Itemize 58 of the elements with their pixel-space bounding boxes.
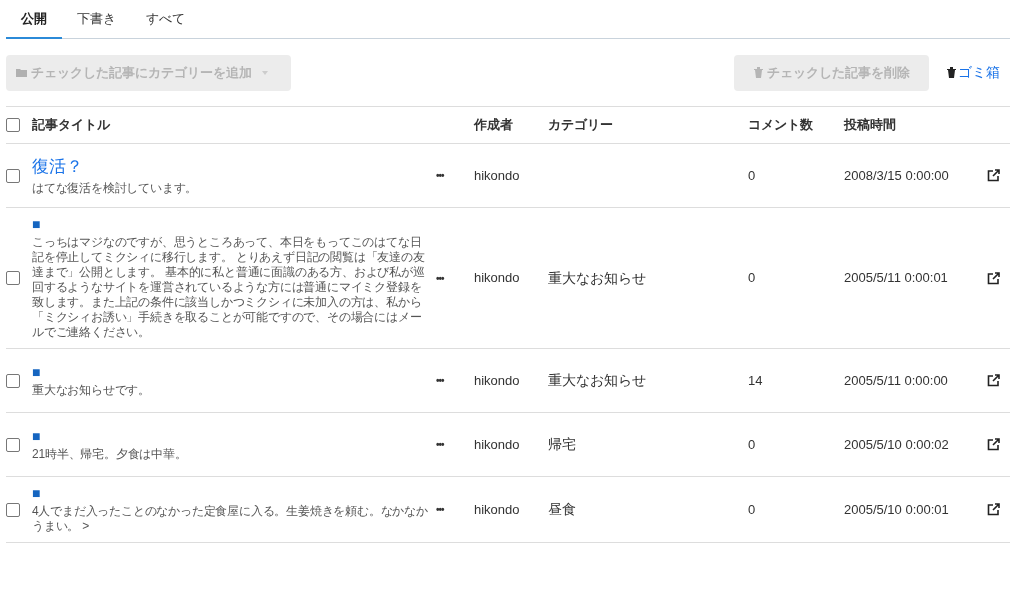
trash-icon <box>753 67 763 78</box>
author-name: hikondo <box>474 435 521 454</box>
caret-icon <box>262 70 268 75</box>
tab[interactable]: 下書き <box>62 0 131 39</box>
external-link-icon[interactable] <box>987 374 1000 387</box>
checkbox[interactable] <box>6 271 20 285</box>
folder-icon <box>16 68 27 77</box>
column-header: 作成者 <box>474 116 514 135</box>
checkbox[interactable] <box>6 168 20 183</box>
checkbox[interactable] <box>6 502 20 517</box>
more-button[interactable]: ••• <box>436 437 444 452</box>
category-name: 昼食 <box>548 500 577 519</box>
author-name: hikondo <box>474 166 521 185</box>
comment-count: 0 <box>748 500 757 519</box>
category-name: 帰宅 <box>548 435 577 454</box>
category-name: 重大なお知らせ <box>548 371 647 390</box>
tab[interactable]: すべて <box>131 0 200 39</box>
checkbox[interactable] <box>6 118 20 132</box>
trash-link[interactable]: ゴミ箱 <box>947 62 1000 83</box>
post-excerpt: こっちはマジなのですが、思うところあって、本日をもってこのはてな日記を停止してミクシィに移行します。 とりあえず日記の閲覧は「友達の友達まで」公開とします。 基本的に私と普通に面識のある方、および私が巡回するようなサイトを運営されているような方には普通にマイミク登録を致します。また上記の条件に該当しかつミクシィに未加入の方は、私から「ミクシィお誘い」手続きを取ることが可能ですので、その場合にはメールでご連絡ください。 <box>32 235 426 340</box>
post-excerpt: はてな復活を検討しています。 <box>32 180 199 196</box>
post-excerpt: 21時半、帰宅。夕食は中華。 <box>32 446 188 462</box>
tab[interactable]: 公開 <box>6 0 62 39</box>
checkbox[interactable] <box>6 373 20 388</box>
comment-count: 0 <box>748 166 757 185</box>
comment-count: 0 <box>748 269 757 288</box>
posted-time: 2005/5/11 0:00:00 <box>844 371 949 390</box>
posted-time: 2005/5/11 0:00:01 <box>844 269 949 288</box>
post-title-link[interactable]: ■ <box>32 427 41 444</box>
external-link-icon[interactable] <box>987 438 1000 451</box>
author-name: hikondo <box>474 371 521 390</box>
post-title-link[interactable]: ■ <box>32 363 41 380</box>
column-header: 投稿時間 <box>844 116 897 135</box>
author-name: hikondo <box>474 500 521 519</box>
post-title-link[interactable]: ■ <box>32 216 41 232</box>
comment-count: 14 <box>748 371 764 390</box>
column-header: コメント数 <box>748 116 814 135</box>
column-header: カテゴリー <box>548 116 614 135</box>
trash-icon <box>947 67 956 78</box>
comment-count: 0 <box>748 435 757 454</box>
column-header: 記事タイトル <box>32 116 111 135</box>
author-name: hikondo <box>474 269 521 288</box>
post-title-link[interactable]: 復活？ <box>32 155 83 178</box>
checkbox[interactable] <box>6 437 20 452</box>
post-excerpt: 重大なお知らせです。 <box>32 382 151 398</box>
posted-time: 2005/5/10 0:00:01 <box>844 500 950 519</box>
posted-time: 2008/3/15 0:00:00 <box>844 166 950 185</box>
category-name: 重大なお知らせ <box>548 268 647 288</box>
more-button[interactable]: ••• <box>436 270 444 286</box>
more-button[interactable]: ••• <box>436 502 444 517</box>
posted-time: 2005/5/10 0:00:02 <box>844 435 950 454</box>
post-title-link[interactable]: ■ <box>32 485 41 501</box>
external-link-icon[interactable] <box>987 503 1000 516</box>
external-link-icon[interactable] <box>987 271 1000 285</box>
post-excerpt: 4人でまだ入ったことのなかった定食屋に入る。生姜焼きを頼む。なかなかうまい。 > <box>32 504 429 534</box>
external-link-icon[interactable] <box>987 169 1000 182</box>
more-button[interactable]: ••• <box>436 373 444 388</box>
more-button[interactable]: ••• <box>436 168 444 183</box>
